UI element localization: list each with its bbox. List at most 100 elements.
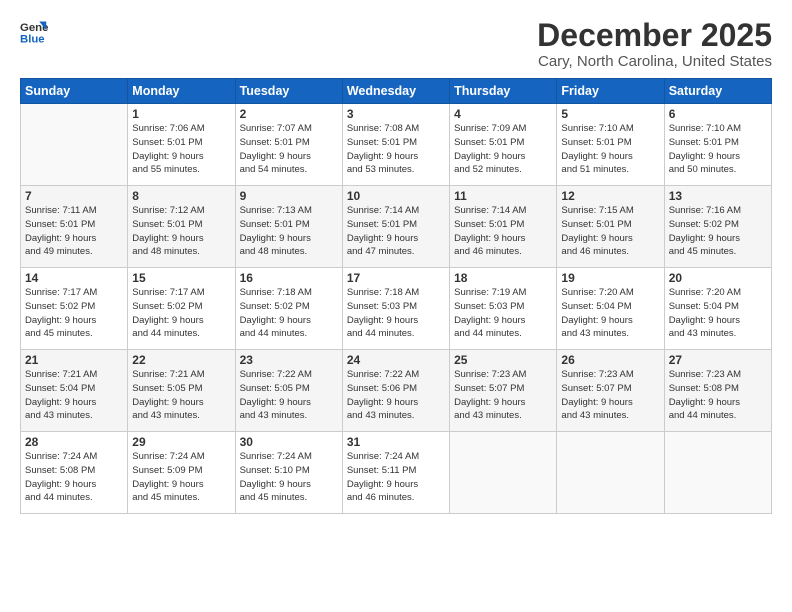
day-number: 11: [454, 189, 552, 203]
logo-icon: General Blue: [20, 18, 48, 46]
day-number: 8: [132, 189, 230, 203]
day-number: 16: [240, 271, 338, 285]
table-row: 23Sunrise: 7:22 AMSunset: 5:05 PMDayligh…: [235, 350, 342, 432]
table-row: 31Sunrise: 7:24 AMSunset: 5:11 PMDayligh…: [342, 432, 449, 514]
day-number: 19: [561, 271, 659, 285]
table-row: 16Sunrise: 7:18 AMSunset: 5:02 PMDayligh…: [235, 268, 342, 350]
calendar-week-3: 14 Sunrise: 7:17 AMSunset: 5:02 PMDayligh…: [21, 268, 772, 350]
table-row: 1Sunrise: 7:06 AMSunset: 5:01 PMDaylight…: [128, 104, 235, 186]
calendar-week-5: 28Sunrise: 7:24 AMSunset: 5:08 PMDayligh…: [21, 432, 772, 514]
table-row: 17Sunrise: 7:18 AMSunset: 5:03 PMDayligh…: [342, 268, 449, 350]
table-row: [557, 432, 664, 514]
table-row: 25Sunrise: 7:23 AMSunset: 5:07 PMDayligh…: [450, 350, 557, 432]
table-row: 15Sunrise: 7:17 AMSunset: 5:02 PMDayligh…: [128, 268, 235, 350]
title-block: December 2025 Cary, North Carolina, Unit…: [537, 18, 772, 70]
day-number: 10: [347, 189, 445, 203]
day-info: Sunrise: 7:23 AMSunset: 5:07 PMDaylight:…: [561, 368, 659, 423]
day-info: Sunrise: 7:11 AMSunset: 5:01 PMDaylight:…: [25, 204, 123, 259]
day-info: Sunrise: 7:14 AMSunset: 5:01 PMDaylight:…: [347, 204, 445, 259]
day-number: 5: [561, 107, 659, 121]
day-number: 7: [25, 189, 123, 203]
day-info: Sunrise: 7:10 AMSunset: 5:01 PMDaylight:…: [561, 122, 659, 177]
calendar-week-1: 1Sunrise: 7:06 AMSunset: 5:01 PMDaylight…: [21, 104, 772, 186]
day-info: Sunrise: 7:21 AMSunset: 5:04 PMDaylight:…: [25, 368, 123, 423]
table-row: 6Sunrise: 7:10 AMSunset: 5:01 PMDaylight…: [664, 104, 771, 186]
day-number: 21: [25, 353, 123, 367]
day-info: Sunrise: 7:18 AMSunset: 5:03 PMDaylight:…: [347, 286, 445, 341]
day-info: Sunrise: 7:24 AMSunset: 5:08 PMDaylight:…: [25, 450, 123, 505]
table-row: 12Sunrise: 7:15 AMSunset: 5:01 PMDayligh…: [557, 186, 664, 268]
table-row: 9Sunrise: 7:13 AMSunset: 5:01 PMDaylight…: [235, 186, 342, 268]
day-info: Sunrise: 7:18 AMSunset: 5:02 PMDaylight:…: [240, 286, 338, 341]
table-row: 29Sunrise: 7:24 AMSunset: 5:09 PMDayligh…: [128, 432, 235, 514]
table-row: 10Sunrise: 7:14 AMSunset: 5:01 PMDayligh…: [342, 186, 449, 268]
col-friday: Friday: [557, 79, 664, 104]
col-thursday: Thursday: [450, 79, 557, 104]
day-info: Sunrise: 7:21 AMSunset: 5:05 PMDaylight:…: [132, 368, 230, 423]
logo: General Blue: [20, 18, 48, 46]
table-row: 19Sunrise: 7:20 AMSunset: 5:04 PMDayligh…: [557, 268, 664, 350]
day-number: 29: [132, 435, 230, 449]
day-number: 27: [669, 353, 767, 367]
day-info: Sunrise: 7:17 AMSunset: 5:02 PMDaylight:…: [132, 286, 230, 341]
day-info: Sunrise: 7:24 AMSunset: 5:09 PMDaylight:…: [132, 450, 230, 505]
table-row: 21Sunrise: 7:21 AMSunset: 5:04 PMDayligh…: [21, 350, 128, 432]
table-row: 27Sunrise: 7:23 AMSunset: 5:08 PMDayligh…: [664, 350, 771, 432]
table-row: 26Sunrise: 7:23 AMSunset: 5:07 PMDayligh…: [557, 350, 664, 432]
svg-text:Blue: Blue: [20, 34, 45, 46]
day-number: 31: [347, 435, 445, 449]
day-info: Sunrise: 7:14 AMSunset: 5:01 PMDaylight:…: [454, 204, 552, 259]
day-number: 25: [454, 353, 552, 367]
location-title: Cary, North Carolina, United States: [537, 53, 772, 70]
table-row: 14Sunrise: 7:17 AMSunset: 5:02 PMDayligh…: [21, 268, 128, 350]
table-row: 4Sunrise: 7:09 AMSunset: 5:01 PMDaylight…: [450, 104, 557, 186]
day-info: Sunrise: 7:20 AMSunset: 5:04 PMDaylight:…: [669, 286, 767, 341]
table-row: 3Sunrise: 7:08 AMSunset: 5:01 PMDaylight…: [342, 104, 449, 186]
day-number: 28: [25, 435, 123, 449]
table-row: 5Sunrise: 7:10 AMSunset: 5:01 PMDaylight…: [557, 104, 664, 186]
day-info: Sunrise: 7:22 AMSunset: 5:05 PMDaylight:…: [240, 368, 338, 423]
day-info: Sunrise: 7:07 AMSunset: 5:01 PMDaylight:…: [240, 122, 338, 177]
day-number: 30: [240, 435, 338, 449]
day-info: Sunrise: 7:24 AMSunset: 5:10 PMDaylight:…: [240, 450, 338, 505]
day-number: 6: [669, 107, 767, 121]
table-row: 28Sunrise: 7:24 AMSunset: 5:08 PMDayligh…: [21, 432, 128, 514]
calendar-table: Sunday Monday Tuesday Wednesday Thursday…: [20, 78, 772, 514]
table-row: 30Sunrise: 7:24 AMSunset: 5:10 PMDayligh…: [235, 432, 342, 514]
table-row: 11Sunrise: 7:14 AMSunset: 5:01 PMDayligh…: [450, 186, 557, 268]
table-row: 7Sunrise: 7:11 AMSunset: 5:01 PMDaylight…: [21, 186, 128, 268]
day-number: 14: [25, 271, 123, 285]
day-info: Sunrise: 7:10 AMSunset: 5:01 PMDaylight:…: [669, 122, 767, 177]
col-sunday: Sunday: [21, 79, 128, 104]
day-info: Sunrise: 7:09 AMSunset: 5:01 PMDaylight:…: [454, 122, 552, 177]
day-number: 15: [132, 271, 230, 285]
col-monday: Monday: [128, 79, 235, 104]
table-row: 13Sunrise: 7:16 AMSunset: 5:02 PMDayligh…: [664, 186, 771, 268]
col-tuesday: Tuesday: [235, 79, 342, 104]
calendar-page: General Blue December 2025 Cary, North C…: [0, 0, 792, 612]
calendar-week-4: 21Sunrise: 7:21 AMSunset: 5:04 PMDayligh…: [21, 350, 772, 432]
day-info: Sunrise: 7:23 AMSunset: 5:07 PMDaylight:…: [454, 368, 552, 423]
header-row: Sunday Monday Tuesday Wednesday Thursday…: [21, 79, 772, 104]
day-number: 24: [347, 353, 445, 367]
day-info: Sunrise: 7:23 AMSunset: 5:08 PMDaylight:…: [669, 368, 767, 423]
day-number: 26: [561, 353, 659, 367]
day-number: 18: [454, 271, 552, 285]
table-row: [21, 104, 128, 186]
day-number: 22: [132, 353, 230, 367]
day-info: Sunrise: 7:06 AMSunset: 5:01 PMDaylight:…: [132, 122, 230, 177]
table-row: [664, 432, 771, 514]
table-row: 22Sunrise: 7:21 AMSunset: 5:05 PMDayligh…: [128, 350, 235, 432]
day-info: Sunrise: 7:13 AMSunset: 5:01 PMDaylight:…: [240, 204, 338, 259]
day-info: Sunrise: 7:24 AMSunset: 5:11 PMDaylight:…: [347, 450, 445, 505]
month-title: December 2025: [537, 18, 772, 53]
day-number: 20: [669, 271, 767, 285]
col-wednesday: Wednesday: [342, 79, 449, 104]
header: General Blue December 2025 Cary, North C…: [20, 18, 772, 70]
calendar-week-2: 7Sunrise: 7:11 AMSunset: 5:01 PMDaylight…: [21, 186, 772, 268]
day-info: Sunrise: 7:12 AMSunset: 5:01 PMDaylight:…: [132, 204, 230, 259]
day-info: Sunrise: 7:22 AMSunset: 5:06 PMDaylight:…: [347, 368, 445, 423]
day-number: 4: [454, 107, 552, 121]
day-number: 23: [240, 353, 338, 367]
col-saturday: Saturday: [664, 79, 771, 104]
